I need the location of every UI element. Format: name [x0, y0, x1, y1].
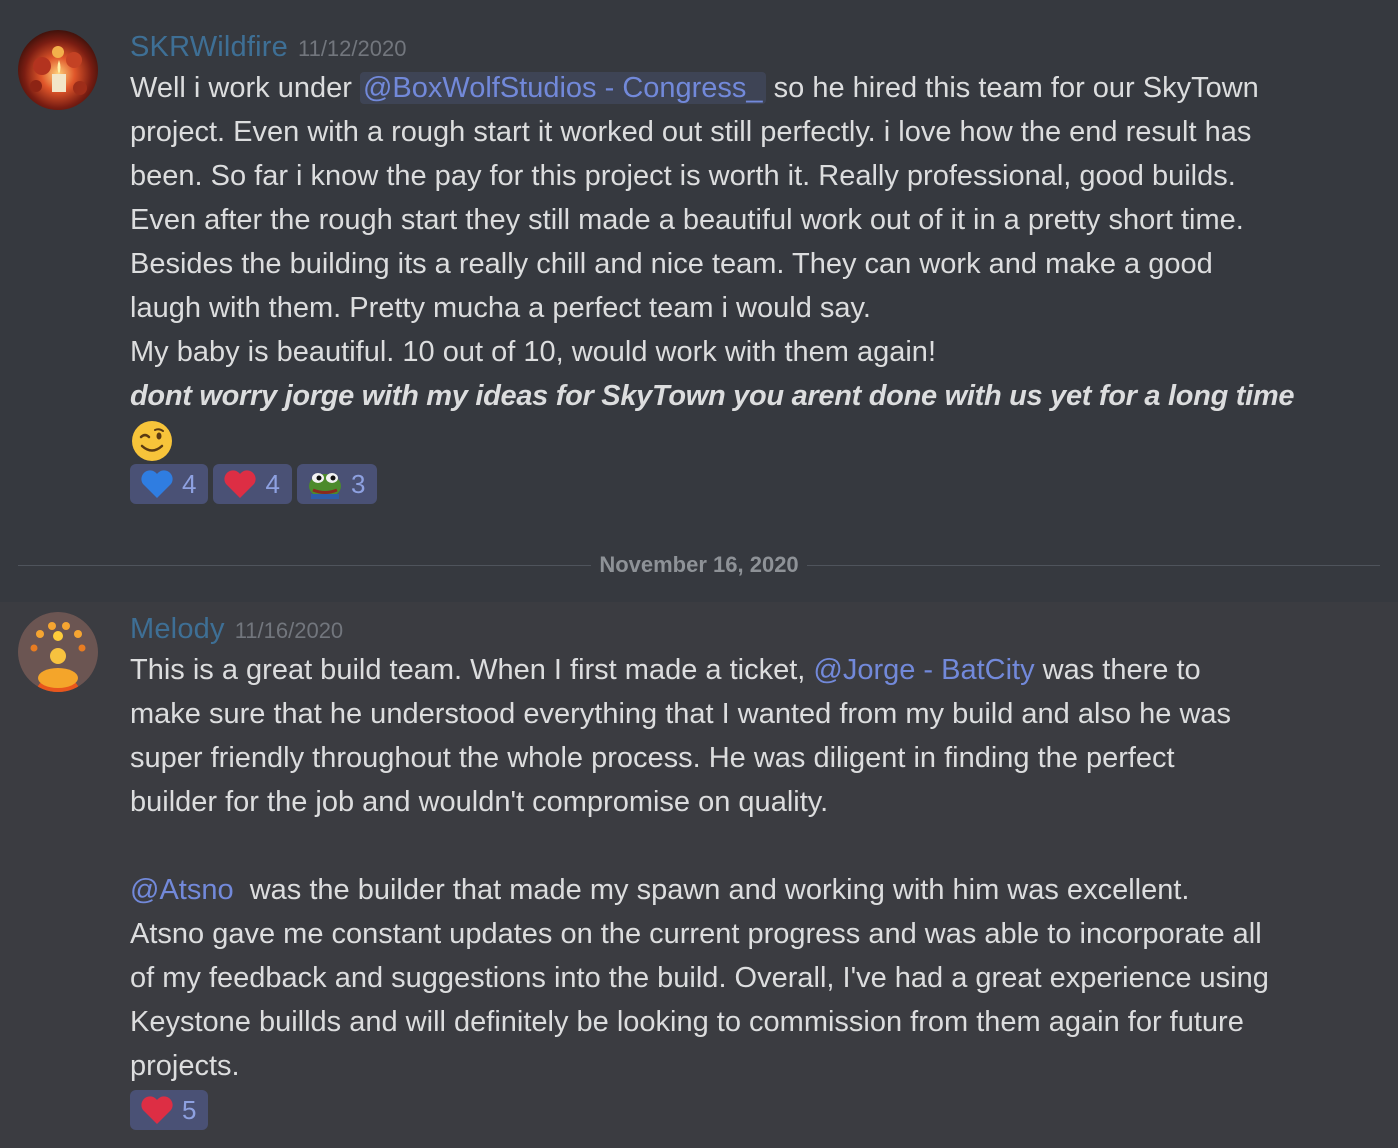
- reaction-pepe[interactable]: 3: [296, 464, 378, 504]
- message-line: been. So far i know the pay for this pro…: [130, 160, 1236, 192]
- message: Melody 11/16/2020 This is a great build t…: [0, 602, 1398, 1148]
- message-line: project. Even with a rough start it work…: [130, 116, 1252, 148]
- reactions: 4 4 3: [130, 464, 1338, 504]
- message-line: Even after the rough start they still ma…: [130, 204, 1244, 236]
- message-line: laugh with them. Pretty mucha a perfect …: [130, 292, 871, 324]
- bold-italic-line: dont worry jorge with my ideas for SkyTo…: [130, 380, 1295, 412]
- message-content: SKRWildfire 11/12/2020 Well i work under …: [130, 28, 1338, 504]
- message-line: builder for the job and wouldn't comprom…: [130, 786, 829, 818]
- red-heart-icon: [141, 1096, 173, 1124]
- date-divider-line: [18, 565, 1380, 566]
- reaction-blue-heart[interactable]: 4: [130, 464, 209, 504]
- message-text: This is a great build team. When I first…: [130, 648, 1338, 1088]
- message-line: projects.: [130, 1050, 240, 1082]
- username[interactable]: SKRWildfire: [130, 31, 288, 63]
- message-line: Well i work under @BoxWolfStudios - Cong…: [130, 66, 1338, 110]
- user-mention[interactable]: @BoxWolfStudios - Congress_: [359, 72, 766, 104]
- reaction-count: 5: [182, 1094, 197, 1125]
- message: SKRWildfire 11/12/2020 Well i work under …: [0, 0, 1398, 548]
- message-content: Melody 11/16/2020 This is a great build t…: [130, 610, 1338, 1130]
- wink-emoji-icon: [130, 419, 174, 463]
- reaction-count: 4: [265, 468, 280, 499]
- reaction-count: 3: [350, 468, 366, 499]
- user-mention[interactable]: @Jorge - BatCity: [813, 654, 1034, 686]
- message-line: This is a great build team. When I first…: [130, 648, 1338, 692]
- message-header: SKRWildfire 11/12/2020: [130, 28, 1338, 66]
- username[interactable]: Melody: [130, 613, 225, 645]
- reaction-red-heart[interactable]: 4: [213, 464, 292, 504]
- message-line: super friendly throughout the whole proc…: [130, 742, 1175, 774]
- pepe-frog-icon: [308, 473, 341, 499]
- chat-log: SKRWildfire 11/12/2020 Well i work under …: [0, 0, 1398, 1148]
- emoji-line: [130, 418, 1338, 462]
- text-segment: was there to: [1034, 654, 1201, 686]
- user-mention[interactable]: @Atsno: [130, 874, 234, 906]
- message-line: My baby is beautiful. 10 out of 10, woul…: [130, 336, 936, 368]
- message-line: @Atsno was the builder that made my spaw…: [130, 868, 1338, 912]
- avatar[interactable]: [18, 30, 98, 110]
- text-segment: This is a great build team. When I first…: [130, 654, 814, 686]
- message-line: Keystone buillds and will definitely be …: [130, 1006, 1244, 1038]
- red-heart-icon: [224, 470, 257, 498]
- text-segment: Well i work under: [130, 72, 360, 104]
- avatar[interactable]: [18, 612, 98, 692]
- text-segment: so he hired this team for our SkyTown: [765, 72, 1259, 104]
- blue-heart-icon: [141, 470, 173, 498]
- message-line: of my feedback and suggestions into the …: [130, 962, 1269, 994]
- message-line: Besides the building its a really chill …: [130, 248, 1213, 280]
- timestamp: 11/16/2020: [234, 618, 344, 643]
- reaction-red-heart[interactable]: 5: [130, 1090, 209, 1130]
- message-header: Melody 11/16/2020: [130, 610, 1338, 648]
- message-line: make sure that he understood everything …: [130, 698, 1232, 730]
- timestamp: 11/12/2020: [297, 36, 407, 61]
- reactions: 5: [130, 1090, 1338, 1130]
- message-line: Atsno gave me constant updates on the cu…: [130, 918, 1262, 950]
- text-segment: was the builder that made my spawn and w…: [233, 874, 1190, 906]
- reaction-count: 4: [182, 468, 197, 499]
- message-text: Well i work under @BoxWolfStudios - Cong…: [130, 66, 1338, 462]
